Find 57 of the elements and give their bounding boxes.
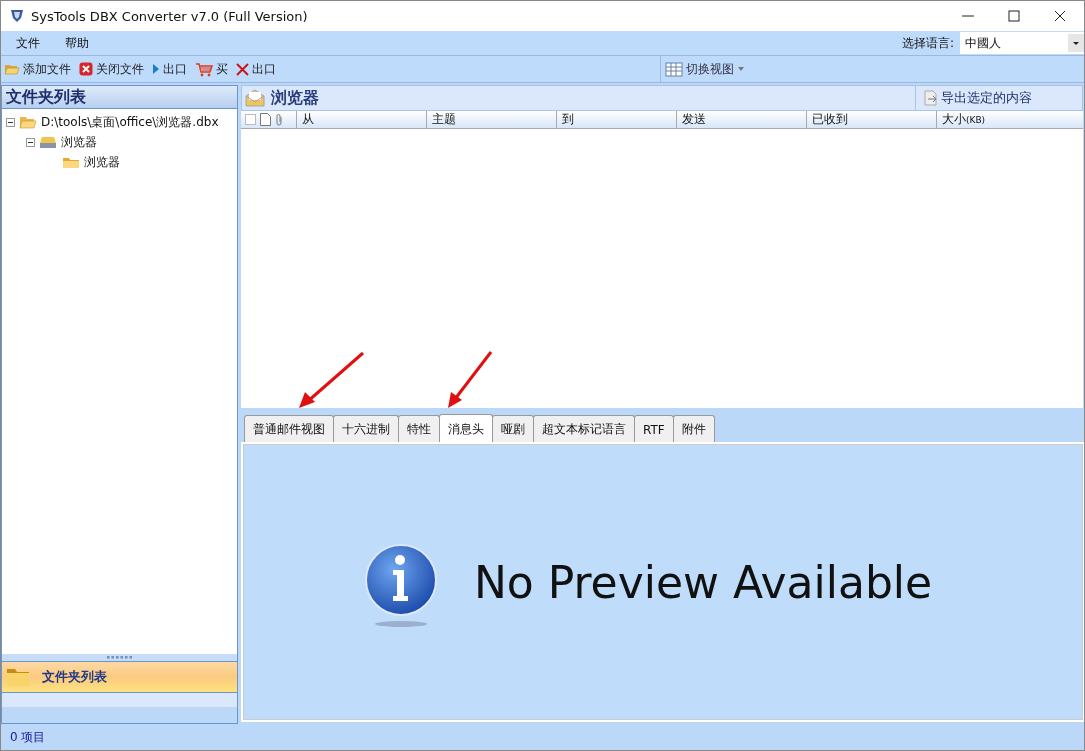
menu-item[interactable]: 帮助 (50, 34, 99, 52)
annotation-arrow (445, 349, 495, 411)
status-text: 0 项目 (10, 728, 46, 746)
column-header[interactable]: 已收到 (806, 111, 936, 128)
folder-icon (6, 667, 30, 687)
preview-tab[interactable]: RTF (634, 415, 674, 443)
column-header[interactable]: 发送 (676, 111, 806, 128)
window-title: SysTools DBX Converter v7.0 (Full Version) (31, 8, 308, 24)
toolbar-button[interactable]: 出口 (236, 60, 276, 78)
mail-store-icon (39, 135, 57, 149)
tree-item[interactable]: D:\tools\桌面\office\浏览器.dbx (41, 113, 219, 131)
open-folder-icon (4, 62, 20, 76)
x-icon (236, 62, 249, 76)
toolbar-button[interactable]: 添加文件 (4, 60, 71, 78)
paperclip-icon (275, 113, 283, 126)
preview-tab[interactable]: 附件 (672, 415, 715, 443)
play-icon (152, 63, 160, 75)
column-header[interactable]: 主题 (426, 111, 556, 128)
annotation-arrow (297, 350, 367, 410)
tree-item[interactable]: 浏览器 (61, 133, 97, 151)
toolbar-button[interactable]: 关闭文件 (79, 60, 144, 78)
maximize-icon[interactable] (1008, 10, 1020, 22)
toolbar-button[interactable]: 出口 (152, 60, 187, 78)
envelope-icon (245, 89, 265, 107)
toolbar-button[interactable]: 买 (195, 60, 228, 78)
close-file-icon (79, 62, 93, 76)
preview-tab[interactable]: 普通邮件视图 (244, 415, 334, 443)
open-folder-icon (19, 115, 37, 129)
shield-logo-icon (9, 8, 25, 24)
preview-tab[interactable]: 超文本标记语言 (533, 415, 635, 443)
folder-list-nav-button[interactable]: 文件夹列表 (2, 661, 237, 693)
panel-title: 浏览器 (271, 87, 319, 109)
language-label: 选择语言: (901, 34, 954, 52)
folder-icon (62, 155, 80, 169)
panel-title: 文件夹列表 (6, 86, 86, 108)
collapse-toggle-icon[interactable] (26, 137, 35, 147)
preview-tab[interactable]: 特性 (398, 415, 440, 443)
collapse-toggle-icon[interactable] (6, 117, 15, 127)
shopping-cart-icon (195, 61, 213, 77)
preview-tab[interactable]: 哑剧 (492, 415, 534, 443)
preview-tab[interactable]: 消息头 (439, 414, 493, 444)
grid-icon (665, 61, 683, 77)
preview-tab[interactable]: 十六进制 (333, 415, 399, 443)
document-icon (260, 113, 271, 126)
checkbox-icon[interactable] (245, 114, 256, 125)
menu-item[interactable]: 文件 (1, 34, 50, 52)
close-icon[interactable] (1054, 10, 1066, 22)
column-header[interactable]: 大小(KB) (936, 111, 1066, 128)
column-header[interactable]: 从 (296, 111, 426, 128)
caret-icon (737, 66, 745, 72)
switch-view-button[interactable]: 切换视图 (665, 60, 745, 78)
column-header[interactable]: 到 (556, 111, 676, 128)
splitter-grip-icon[interactable] (106, 656, 133, 659)
language-dropdown[interactable]: 中國人 (960, 32, 1084, 54)
no-preview-message: No Preview Available (473, 556, 933, 608)
document-arrow-icon (924, 90, 938, 106)
tree-item[interactable]: 浏览器 (84, 153, 120, 171)
